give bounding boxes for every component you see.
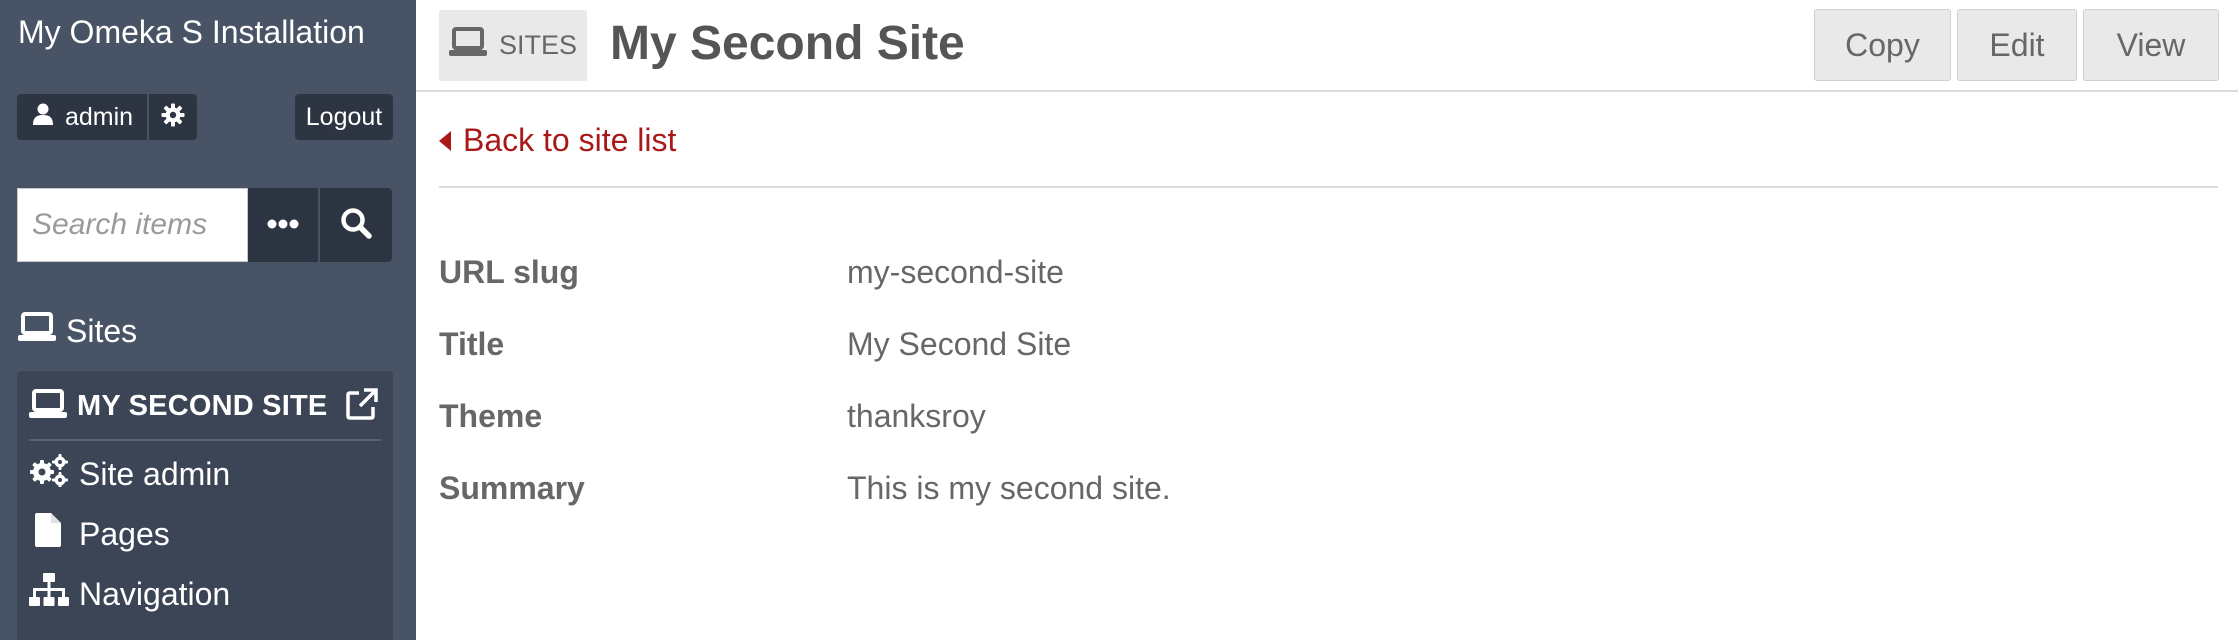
sidebar: My Omeka S Installation admin Logout Sea… [0, 0, 416, 640]
sidebar-item-label: Pages [79, 515, 170, 552]
file-icon [29, 513, 69, 555]
main-content: SITES My Second Site Copy Edit View Back… [416, 0, 2238, 640]
sidebar-item-sites[interactable]: Sites [18, 312, 137, 350]
cogs-icon [29, 453, 69, 495]
user-icon [33, 103, 53, 132]
user-menu: admin [17, 94, 198, 140]
property-label: Theme [439, 398, 543, 434]
back-to-site-list-link[interactable]: Back to site list [439, 122, 676, 159]
property-value: This is my second site. [847, 470, 1171, 506]
search-form [17, 188, 392, 262]
search-icon [340, 207, 372, 244]
sitemap-icon [29, 573, 69, 615]
property-value: thanksroy [847, 398, 986, 434]
current-site-name[interactable]: MY SECOND SITE [77, 390, 327, 423]
property-label: Title [439, 326, 505, 362]
gear-icon [161, 103, 185, 132]
current-site-panel: MY SECOND SITE Site admin Pages Navigati… [17, 371, 393, 640]
page-title: My Second Site [610, 17, 965, 70]
external-link-icon[interactable] [345, 387, 379, 426]
sidebar-item-navigation[interactable]: Navigation [29, 573, 230, 615]
search-submit-button[interactable] [320, 188, 392, 262]
section-label[interactable]: SITES [439, 10, 587, 81]
user-name: admin [65, 102, 134, 131]
property-value: my-second-site [847, 254, 1064, 290]
logout-button[interactable]: Logout [295, 94, 393, 140]
property-value: My Second Site [847, 326, 1072, 362]
sidebar-item-label: Site admin [79, 455, 231, 492]
page-header: SITES My Second Site Copy Edit View [416, 0, 2238, 92]
sidebar-item-label: Navigation [79, 575, 231, 612]
property-label: URL slug [439, 254, 579, 290]
laptop-icon [29, 388, 67, 424]
divider [439, 186, 2218, 188]
property-label: Summary [439, 470, 585, 506]
laptop-icon [448, 27, 487, 64]
view-button[interactable]: View [2083, 9, 2219, 81]
sidebar-item-label: Sites [66, 312, 138, 349]
sidebar-item-pages[interactable]: Pages [29, 513, 170, 555]
edit-button[interactable]: Edit [1957, 9, 2077, 81]
user-settings-button[interactable] [147, 94, 198, 140]
copy-button[interactable]: Copy [1814, 9, 1951, 81]
user-button[interactable]: admin [17, 94, 148, 140]
current-site-header: MY SECOND SITE [29, 371, 381, 441]
sidebar-item-site-admin[interactable]: Site admin [29, 453, 230, 495]
back-link-label: Back to site list [463, 122, 677, 158]
caret-left-icon [439, 122, 451, 159]
advanced-search-button[interactable] [248, 188, 320, 262]
laptop-icon [18, 312, 56, 350]
ellipsis-icon [267, 216, 299, 234]
installation-title[interactable]: My Omeka S Installation [18, 14, 365, 51]
section-label-text: SITES [498, 30, 578, 60]
search-input[interactable] [17, 188, 248, 262]
